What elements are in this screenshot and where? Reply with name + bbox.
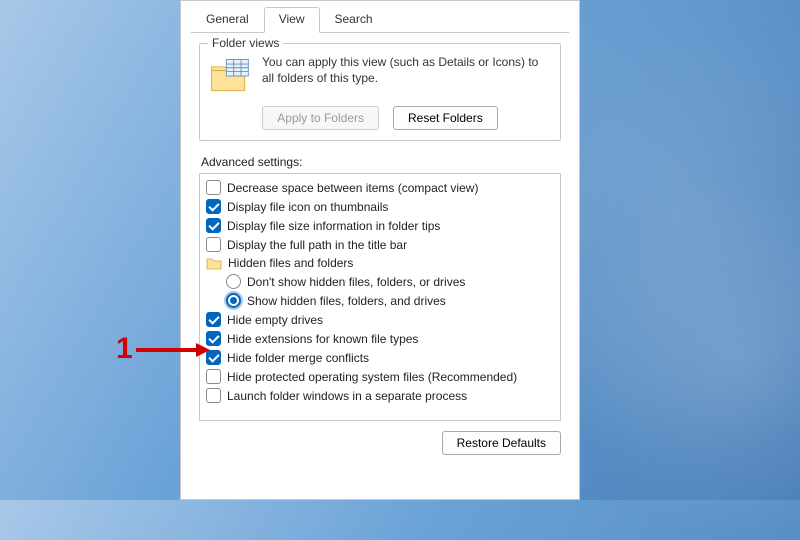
reset-folders-button[interactable]: Reset Folders (393, 106, 498, 130)
checkbox-icon[interactable] (206, 369, 221, 384)
checkbox-icon[interactable] (206, 199, 221, 214)
adv-item-label: Display the full path in the title bar (227, 238, 407, 252)
folder-views-title: Folder views (208, 36, 283, 50)
checkbox-icon[interactable] (206, 312, 221, 327)
adv-item-3[interactable]: Display the full path in the title bar (202, 235, 558, 254)
adv-item-label: Hide empty drives (227, 313, 323, 327)
tab-search[interactable]: Search (320, 7, 388, 33)
tab-view[interactable]: View (264, 7, 320, 33)
folder-views-group: Folder views You can apply this view (su… (199, 43, 561, 141)
checkbox-icon[interactable] (206, 237, 221, 252)
adv-item-4: Hidden files and folders (202, 254, 558, 272)
adv-item-1[interactable]: Display file icon on thumbnails (202, 197, 558, 216)
adv-item-label: Launch folder windows in a separate proc… (227, 389, 467, 403)
adv-item-label: Display file icon on thumbnails (227, 200, 388, 214)
checkbox-icon[interactable] (206, 388, 221, 403)
tab-strip: General View Search (181, 1, 579, 33)
radio-icon[interactable] (226, 274, 241, 289)
adv-item-label: Hide folder merge conflicts (227, 351, 369, 365)
tab-general[interactable]: General (191, 7, 264, 33)
adv-item-11[interactable]: Launch folder windows in a separate proc… (202, 386, 558, 405)
folder-views-icon (208, 54, 252, 98)
adv-item-label: Hide extensions for known file types (227, 332, 418, 346)
folder-options-dialog: General View Search Folder views (180, 0, 580, 500)
adv-item-label: Hidden files and folders (228, 256, 353, 270)
checkbox-icon[interactable] (206, 218, 221, 233)
adv-item-8[interactable]: Hide extensions for known file types (202, 329, 558, 348)
annotation-number-1: 1 (116, 332, 133, 366)
restore-defaults-button[interactable]: Restore Defaults (442, 431, 561, 455)
apply-to-folders-button: Apply to Folders (262, 106, 379, 130)
adv-item-label: Decrease space between items (compact vi… (227, 181, 478, 195)
adv-item-9[interactable]: Hide folder merge conflicts (202, 348, 558, 367)
adv-item-label: Show hidden files, folders, and drives (247, 294, 446, 308)
adv-item-label: Hide protected operating system files (R… (227, 370, 517, 384)
advanced-settings-tree[interactable]: Decrease space between items (compact vi… (199, 173, 561, 421)
checkbox-icon[interactable] (206, 180, 221, 195)
adv-item-6[interactable]: Show hidden files, folders, and drives (202, 291, 558, 310)
adv-item-2[interactable]: Display file size information in folder … (202, 216, 558, 235)
adv-item-7[interactable]: Hide empty drives (202, 310, 558, 329)
radio-icon[interactable] (226, 293, 241, 308)
folder-views-desc: You can apply this view (such as Details… (262, 54, 552, 86)
adv-item-10[interactable]: Hide protected operating system files (R… (202, 367, 558, 386)
adv-item-label: Display file size information in folder … (227, 219, 440, 233)
tab-view-panel: Folder views You can apply this view (su… (191, 32, 569, 492)
adv-item-0[interactable]: Decrease space between items (compact vi… (202, 178, 558, 197)
adv-item-label: Don't show hidden files, folders, or dri… (247, 275, 465, 289)
annotation-arrow-icon (134, 341, 212, 359)
adv-item-5[interactable]: Don't show hidden files, folders, or dri… (202, 272, 558, 291)
folder-icon (206, 256, 222, 270)
advanced-settings-label: Advanced settings: (201, 155, 561, 169)
